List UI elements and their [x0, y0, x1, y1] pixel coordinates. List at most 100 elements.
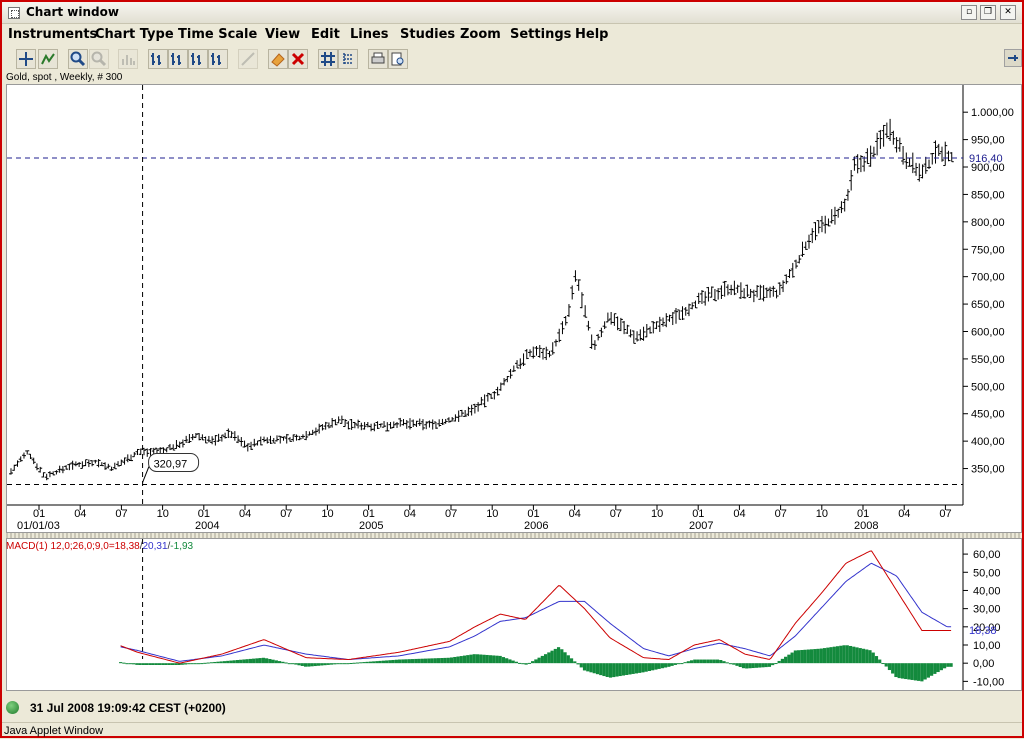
navigate-icon[interactable]: [38, 49, 58, 69]
signal-legend-value: 20,31: [142, 541, 168, 552]
macd-legend-name: MACD(1) 12,0;26,0;9,0: [6, 541, 109, 552]
macd-histogram-bar: [579, 663, 583, 668]
menu-view[interactable]: View: [265, 27, 300, 42]
macd-histogram-bar: [359, 662, 363, 664]
macd-histogram-bar: [349, 662, 353, 664]
macd-y-tick-label: 0,00: [973, 658, 994, 670]
menu-lines[interactable]: Lines: [350, 27, 389, 42]
macd-histogram-bar: [725, 662, 729, 664]
macd-histogram-bar: [670, 663, 674, 666]
menu-studies[interactable]: Studies: [400, 27, 455, 42]
macd-histogram-bar: [355, 662, 360, 664]
macd-histogram-bar: [871, 652, 875, 664]
y-tick-label: 650,00: [971, 299, 1005, 311]
print-preview-icon[interactable]: [388, 49, 408, 69]
macd-histogram-bar: [754, 663, 759, 668]
pin-icon[interactable]: [1004, 49, 1022, 67]
macd-histogram-bar: [855, 647, 859, 664]
price-chart-panel[interactable]: 350,00 400,00 450,00 500,00 550,00 600,00 650,…: [6, 84, 1022, 533]
macd-histogram-bar: [187, 663, 191, 665]
macd-histogram-bar: [333, 663, 337, 665]
macd-legend: MACD(1) 12,0;26,0;9,0=18,38/20,31/-1,93: [6, 541, 194, 552]
macd-histogram-bar: [501, 657, 506, 664]
x-tick-label: 01: [363, 508, 375, 520]
macd-histogram-bar: [732, 663, 736, 665]
macd-histogram-bar: [738, 663, 742, 668]
menu-edit[interactable]: Edit: [311, 27, 340, 42]
macd-histogram-bar: [300, 663, 304, 666]
restore-icon[interactable]: ▫: [961, 5, 977, 20]
menu-chart-type[interactable]: Chart Type: [95, 27, 174, 42]
macd-histogram-bar: [265, 658, 269, 664]
macd-histogram-bar: [845, 645, 849, 664]
macd-histogram-bar: [728, 663, 733, 665]
zoom-out-icon[interactable]: [89, 49, 109, 69]
print-icon[interactable]: [368, 49, 388, 69]
macd-histogram-bar: [771, 663, 775, 666]
close-icon[interactable]: ✕: [1000, 5, 1016, 20]
macd-histogram-bar: [942, 663, 947, 669]
macd-histogram-bar: [193, 663, 197, 665]
macd-histogram-bar: [430, 658, 434, 664]
macd-histogram-bar: [547, 652, 551, 664]
macd-histogram-bar: [741, 663, 746, 669]
macd-histogram-bar: [946, 663, 950, 667]
menu-zoom[interactable]: Zoom: [460, 27, 501, 42]
crosshair-icon[interactable]: [16, 49, 36, 69]
macd-histogram-bar: [923, 663, 927, 680]
macd-chart-panel[interactable]: -10,00 0,00 10,00 20,00 30,00 40,00 50,00 60,00…: [6, 538, 1022, 691]
macd-histogram-bar: [780, 658, 785, 664]
macd-histogram-bar: [213, 661, 217, 664]
macd-histogram-bar: [375, 661, 379, 664]
macd-histogram-bar: [534, 659, 538, 664]
menu-instruments[interactable]: Instruments: [8, 27, 97, 42]
macd-histogram-bar: [135, 663, 139, 665]
macd-histogram-bar: [261, 657, 265, 664]
bars-icon-2[interactable]: [168, 49, 188, 69]
bars-icon-3[interactable]: [188, 49, 208, 69]
price-chart[interactable]: 350,00 400,00 450,00 500,00 550,00 600,00 650,…: [7, 85, 1021, 532]
macd-histogram-bar: [174, 663, 178, 665]
macd-histogram-bar: [822, 648, 827, 664]
delete-icon[interactable]: [288, 49, 308, 69]
menu-settings[interactable]: Settings: [510, 27, 571, 42]
macd-histogram-bar: [699, 659, 703, 664]
bars-icon-1[interactable]: [148, 49, 168, 69]
macd-histogram-bar: [196, 663, 201, 665]
y-tick-label: 550,00: [971, 354, 1005, 366]
menu-help[interactable]: Help: [575, 27, 608, 42]
macd-histogram-bar: [268, 658, 272, 664]
eraser-icon[interactable]: [268, 49, 288, 69]
maximize-icon[interactable]: ❐: [980, 5, 996, 20]
macd-histogram-bar: [297, 663, 301, 666]
zoom-in-icon[interactable]: [68, 49, 88, 69]
hist-legend-value: -1,93: [170, 541, 194, 552]
macd-histogram-bar: [410, 659, 415, 664]
x-year-label: 01/01/03: [17, 520, 60, 532]
macd-histogram-bar: [255, 658, 259, 664]
menu-time-scale[interactable]: Time Scale: [178, 27, 257, 42]
x-tick-label: 10: [816, 508, 828, 520]
bars-icon-4[interactable]: [208, 49, 228, 69]
macd-histogram-bar: [245, 659, 249, 664]
macd-histogram-bar: [560, 649, 564, 664]
macd-last-value-label: 18,38: [969, 625, 997, 637]
y-tick-label: 500,00: [971, 381, 1005, 393]
x-year-label: 2004: [195, 520, 219, 532]
macd-histogram-bar: [748, 663, 752, 669]
macd-chart[interactable]: -10,000,0010,0020,0030,0040,0050,0060,00…: [7, 539, 1021, 690]
grid-icon[interactable]: [318, 49, 338, 69]
macd-histogram-bar: [887, 663, 892, 671]
current-price-label: 916,40: [969, 153, 1003, 165]
macd-histogram-bar: [407, 659, 411, 664]
drawing-icon[interactable]: [238, 49, 258, 69]
grid-settings-icon[interactable]: [338, 49, 358, 69]
bar-chart-icon[interactable]: [118, 49, 138, 69]
macd-histogram-bar: [706, 659, 710, 664]
macd-histogram-bar: [449, 657, 454, 664]
macd-histogram-bar: [125, 663, 129, 665]
macd-histogram-bar: [446, 657, 450, 664]
x-tick-label: 07: [610, 508, 622, 520]
macd-histogram-bar: [599, 663, 603, 676]
macd-histogram-bar: [453, 656, 457, 664]
